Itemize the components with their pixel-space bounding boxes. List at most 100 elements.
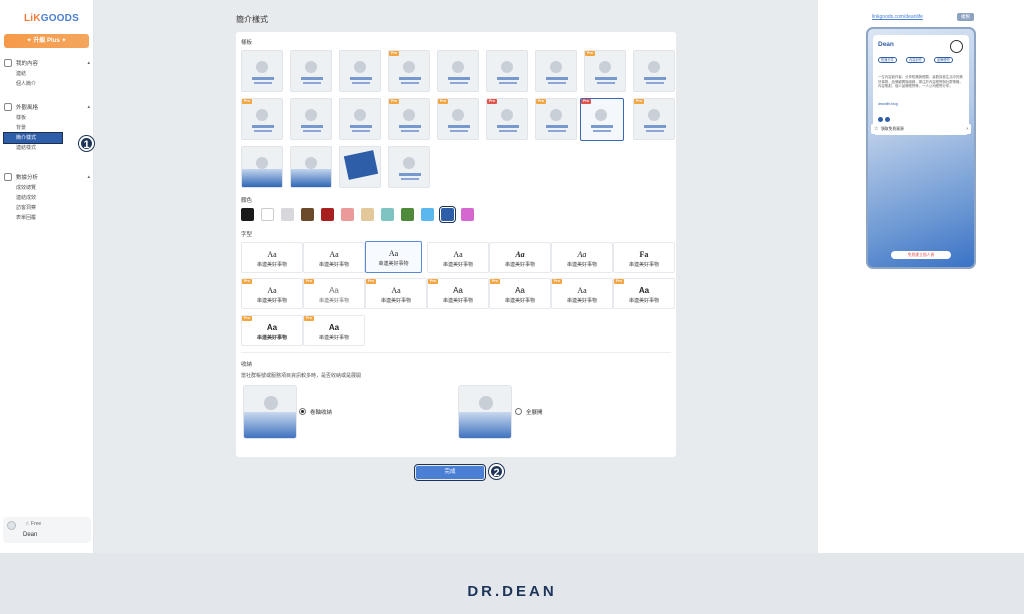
chevron-up-icon: ▴ — [87, 104, 90, 110]
collapse-preview-scroll[interactable] — [243, 385, 297, 439]
collapse-label: 收納 — [241, 362, 253, 368]
sidebar-item-link-style[interactable]: 連結樣式 — [4, 143, 90, 153]
section-divider — [241, 352, 671, 353]
pro-tag: Pro — [242, 316, 252, 321]
color-swatch-beige[interactable] — [361, 208, 374, 221]
font-option[interactable]: Pro Aa 串連美好事物 — [613, 278, 675, 309]
template-option-selected[interactable]: Pro — [580, 98, 624, 141]
template-option[interactable]: Pro — [486, 98, 528, 140]
link-icon — [4, 59, 12, 67]
template-option[interactable] — [339, 50, 381, 92]
sidebar-item-overview[interactable]: 成效總覽 — [4, 183, 90, 193]
chevron-up-icon: ▴ — [87, 60, 90, 66]
color-swatch-brown[interactable] — [301, 208, 314, 221]
pro-tag: Pro — [389, 51, 399, 56]
font-option[interactable]: Pro Aa 串連美好事物 — [489, 278, 551, 309]
pro-tag: Pro — [389, 99, 399, 104]
font-option[interactable]: Pro Aa 串連美好事物 — [303, 315, 365, 346]
radio-scroll-collapse[interactable] — [299, 408, 306, 415]
font-option[interactable]: Pro Aa 串連美好事物 — [303, 278, 365, 309]
facebook-icon[interactable] — [885, 117, 890, 122]
collapse-preview-expand[interactable] — [458, 385, 512, 439]
copy-url-button[interactable]: 複製 — [957, 13, 974, 21]
template-option[interactable]: Pro — [388, 50, 430, 92]
font-option[interactable]: Aa 串連美好事物 — [489, 242, 551, 273]
template-option[interactable]: Pro — [241, 98, 283, 140]
font-option[interactable]: Pro Aa 串連美好事物 — [365, 278, 427, 309]
join-button[interactable]: 免費建立個人頁 — [891, 251, 951, 259]
color-swatch-green[interactable] — [401, 208, 414, 221]
avatar — [7, 521, 16, 530]
nav-head-analytics[interactable]: 數據分析 ▴ — [4, 171, 90, 183]
user-card[interactable]: ☆ Free Dean — [3, 517, 91, 543]
template-option[interactable]: Pro — [535, 98, 577, 140]
font-option[interactable]: Pro Aa 串連美好事物 — [551, 278, 613, 309]
pro-tag: Pro — [552, 279, 562, 284]
template-option[interactable] — [339, 146, 381, 188]
template-label: 樣板 — [241, 40, 253, 46]
upgrade-plus-button[interactable]: ✦ 升級 Plus ✦ — [4, 34, 89, 48]
app-logo[interactable]: LiKGOODS — [24, 13, 79, 24]
template-option[interactable]: Pro — [388, 98, 430, 140]
template-option[interactable] — [290, 50, 332, 92]
sidebar-item-link-performance[interactable]: 連結成效 — [4, 193, 90, 203]
color-swatch-pink[interactable] — [341, 208, 354, 221]
color-swatch-gray[interactable] — [281, 208, 294, 221]
sidebar-item-templates[interactable]: 樣板 — [4, 113, 90, 123]
chart-icon — [4, 173, 12, 181]
nav-group-appearance: 外觀風格 ▴ 樣板 背景 簡介樣式 連結樣式 — [3, 101, 90, 153]
font-option[interactable]: Aa 串連美好事物 — [241, 242, 303, 273]
color-swatch-black[interactable] — [241, 208, 254, 221]
pro-tag: Pro — [242, 99, 252, 104]
promo-link[interactable]: ☆ 領取免費資源 › — [871, 124, 971, 134]
sidebar-item-profile-style[interactable]: 簡介樣式 — [3, 132, 63, 144]
color-swatch-teal[interactable] — [381, 208, 394, 221]
template-option[interactable] — [339, 98, 381, 140]
template-option[interactable] — [290, 98, 332, 140]
chevron-right-icon: › — [966, 126, 968, 132]
font-option[interactable]: Pro Aa 串連美好事物 — [241, 315, 303, 346]
phone-preview: Dean 知識分享 內容創作 品牌經營 一位內容創作者，分享知識與經驗，喜歡探索… — [866, 27, 976, 269]
color-swatch-white[interactable] — [261, 208, 274, 221]
color-swatch-magenta[interactable] — [461, 208, 474, 221]
template-option[interactable]: Pro — [437, 98, 479, 140]
color-swatch-blue-selected[interactable] — [439, 206, 456, 223]
instagram-icon[interactable] — [878, 117, 883, 122]
color-swatch-red[interactable] — [321, 208, 334, 221]
template-option[interactable] — [437, 50, 479, 92]
font-option[interactable]: Pro Aa 串連美好事物 — [241, 278, 303, 309]
font-option[interactable]: Fa 串連美好事物 — [613, 242, 675, 273]
sidebar-item-links[interactable]: 連結 — [4, 69, 90, 79]
template-option[interactable] — [486, 50, 528, 92]
pro-tag: Pro — [304, 316, 314, 321]
profile-avatar — [950, 40, 963, 53]
template-option[interactable] — [633, 50, 675, 92]
template-option[interactable] — [241, 50, 283, 92]
sidebar-item-profile[interactable]: 個人簡介 — [4, 79, 90, 89]
template-option[interactable] — [388, 146, 430, 188]
font-option-selected[interactable]: Aa 串連美好事物 — [365, 241, 422, 273]
template-option[interactable] — [290, 146, 332, 188]
font-option[interactable]: Pro Aa 串連美好事物 — [427, 278, 489, 309]
done-button[interactable]: 完成 — [414, 464, 486, 481]
font-option[interactable]: Aa 串連美好事物 — [427, 242, 489, 273]
nav-head-content[interactable]: 我的內容 ▴ — [4, 57, 90, 69]
sidebar-item-background[interactable]: 背景 — [4, 123, 90, 133]
color-label: 顏色 — [241, 198, 253, 204]
profile-url[interactable]: linkgoods.com/deanlife — [872, 14, 923, 20]
nav-head-appearance[interactable]: 外觀風格 ▴ — [4, 101, 90, 113]
profile-link[interactable]: deanlife.blog — [878, 102, 898, 106]
template-option[interactable] — [535, 50, 577, 92]
radio-expand-all[interactable] — [515, 408, 522, 415]
template-option[interactable]: Pro — [584, 50, 626, 92]
sidebar-item-visitors[interactable]: 訪客洞察 — [4, 203, 90, 213]
font-option[interactable]: Aa 串連美好事物 — [551, 242, 613, 273]
color-swatch-skyblue[interactable] — [421, 208, 434, 221]
star-icon: ☆ — [874, 126, 879, 132]
font-option[interactable]: Aa 串連美好事物 — [303, 242, 365, 273]
template-option[interactable] — [241, 146, 283, 188]
template-option[interactable]: Pro — [633, 98, 675, 140]
pro-tag: Pro — [614, 279, 624, 284]
sidebar-item-form-replies[interactable]: 表單回覆 — [4, 213, 90, 223]
pro-tag: Pro — [366, 279, 376, 284]
